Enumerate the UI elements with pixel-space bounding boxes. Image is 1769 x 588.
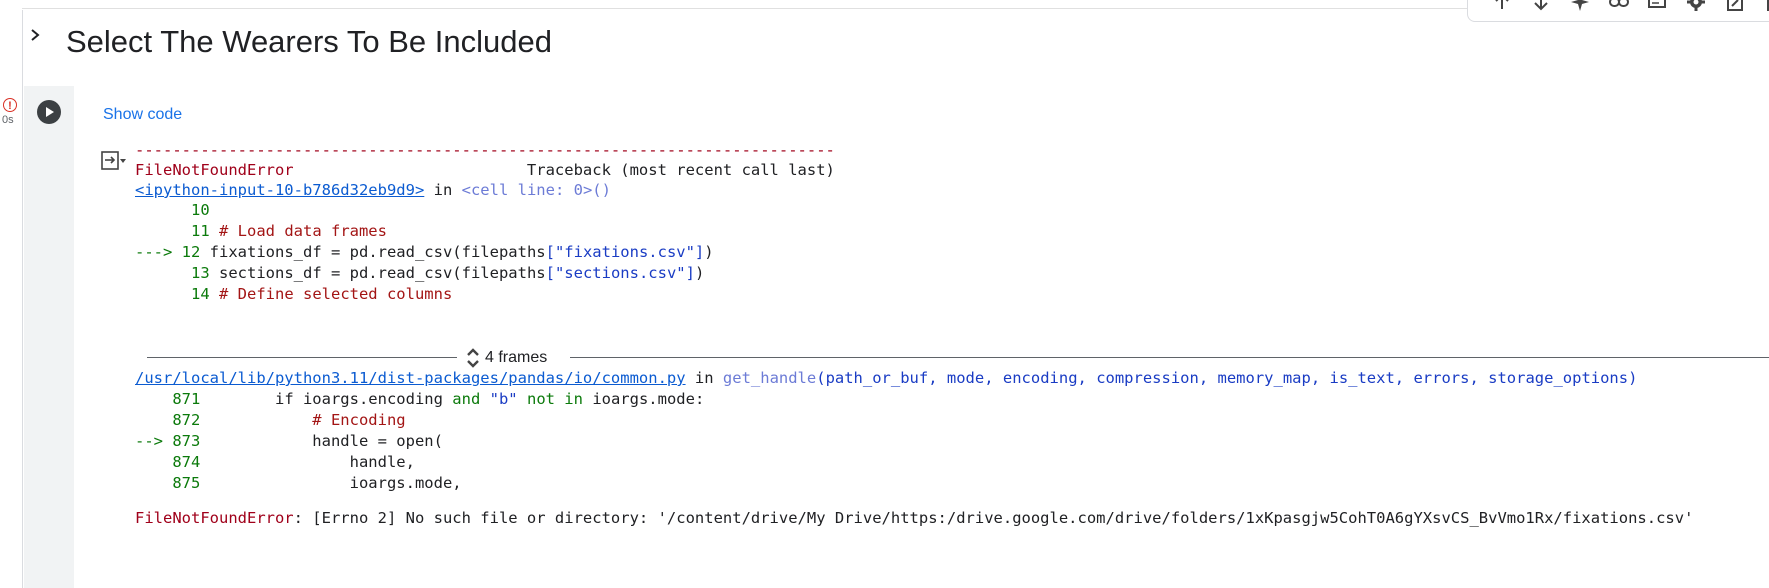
- line-number: 872: [172, 411, 201, 429]
- arrow-up-icon[interactable]: [1490, 0, 1515, 13]
- frame1-code-line: 13 sections_df = pd.read_csv(filepaths["…: [135, 263, 704, 283]
- line-code: # Load data frames: [209, 222, 387, 240]
- traceback-dashes: ----------------------------------------…: [135, 141, 835, 159]
- line-arrow: -->: [135, 432, 173, 450]
- line-arrow: [135, 453, 172, 471]
- line-number: 874: [172, 453, 201, 471]
- line-code: # Encoding: [200, 411, 406, 429]
- line-code: ioargs.mode,: [200, 474, 462, 492]
- line-arrow: [135, 264, 191, 282]
- sparkle-icon[interactable]: [1568, 0, 1593, 13]
- line-number: 875: [172, 474, 201, 492]
- line-number: 11: [191, 222, 210, 240]
- comment-icon[interactable]: [1645, 0, 1670, 13]
- show-code-link[interactable]: Show code: [103, 106, 182, 124]
- frame2-code-line: 871 if ioargs.encoding and "b" not in io…: [135, 389, 704, 409]
- frame2-link[interactable]: /usr/local/lib/python3.11/dist-packages/…: [135, 369, 686, 387]
- frame2-code-line: 872 # Encoding: [135, 410, 406, 430]
- frame2-args: (path_or_buf, mode, encoding, compressio…: [816, 369, 1638, 387]
- final-error: FileNotFoundError: [Errno 2] No such fil…: [135, 508, 1693, 528]
- frames-label: 4 frames: [485, 349, 548, 366]
- play-icon: [46, 107, 54, 117]
- more-icon[interactable]: [1761, 0, 1769, 13]
- cell-gutter: [24, 86, 74, 588]
- line-arrow: [135, 390, 172, 408]
- link-icon[interactable]: [1606, 0, 1631, 13]
- expand-frames-button[interactable]: 4 frames: [465, 346, 547, 370]
- cell-toolbar: [1467, 0, 1769, 22]
- frames-divider-left: [147, 357, 457, 358]
- frame2-code-line: 875 ioargs.mode,: [135, 473, 462, 493]
- unfold-icon: [467, 348, 479, 368]
- final-error-message: : [Errno 2] No such file or directory: '…: [293, 509, 1694, 527]
- frame2-in: in: [685, 369, 723, 387]
- execution-time: 0s: [2, 114, 14, 126]
- frame2-code-line: --> 873 handle = open(: [135, 431, 443, 451]
- line-arrow: --->: [135, 243, 182, 261]
- line-number: 12: [181, 243, 201, 261]
- gear-icon[interactable]: [1684, 0, 1709, 13]
- frame1-code-line: 10: [135, 200, 210, 220]
- mirror-icon[interactable]: [1723, 0, 1748, 13]
- line-number: 873: [172, 432, 201, 450]
- arrow-down-icon[interactable]: [1529, 0, 1554, 13]
- frame1-code-line: 14 # Define selected columns: [135, 284, 452, 304]
- line-number: 13: [191, 264, 210, 282]
- line-code: fixations_df = pd.read_csv(filepaths["fi…: [200, 243, 714, 261]
- frame1-in: in: [424, 181, 462, 199]
- line-arrow: [135, 411, 172, 429]
- traceback-header: FileNotFoundError Traceback (most recent…: [135, 160, 835, 180]
- line-number: 871: [172, 390, 201, 408]
- line-code: handle = open(: [200, 432, 443, 450]
- frame1-code-line: ---> 12 fixations_df = pd.read_csv(filep…: [135, 242, 714, 262]
- line-arrow: [135, 474, 172, 492]
- line-code: handle,: [200, 453, 415, 471]
- section-heading: Select The Wearers To Be Included: [66, 24, 552, 59]
- frame1-link[interactable]: <ipython-input-10-b786d32eb9d9>: [135, 181, 424, 199]
- frame1-header: <ipython-input-10-b786d32eb9d9> in <cell…: [135, 180, 611, 200]
- error-name: FileNotFoundError: [135, 161, 294, 179]
- frame2-code-line: 874 handle,: [135, 452, 415, 472]
- line-code: if ioargs.encoding and "b" not in ioargs…: [200, 390, 705, 408]
- final-error-name: FileNotFoundError: [135, 509, 294, 527]
- frame1-code-line: 11 # Load data frames: [135, 221, 387, 241]
- line-number: 10: [191, 201, 210, 219]
- error-icon[interactable]: !: [3, 98, 17, 112]
- run-cell-button[interactable]: [37, 100, 61, 124]
- chevron-right-icon[interactable]: [28, 28, 42, 42]
- line-arrow: [135, 285, 191, 303]
- traceback-label: Traceback (most recent call last): [293, 161, 835, 179]
- line-arrow: [135, 222, 191, 240]
- frames-divider-right: [570, 357, 1769, 358]
- frame2-header: /usr/local/lib/python3.11/dist-packages/…: [135, 368, 1637, 388]
- line-code: sections_df = pd.read_csv(filepaths["sec…: [209, 264, 705, 282]
- output-options-icon[interactable]: [100, 150, 128, 172]
- frames-separator: 4 frames: [147, 346, 1769, 370]
- gutter-divider: [22, 10, 23, 588]
- frame2-func: get_handle: [722, 369, 817, 387]
- line-number: 14: [191, 285, 210, 303]
- line-code: # Define selected columns: [209, 285, 453, 303]
- frame1-location: <cell line: 0>(): [461, 181, 611, 199]
- line-arrow: [135, 201, 191, 219]
